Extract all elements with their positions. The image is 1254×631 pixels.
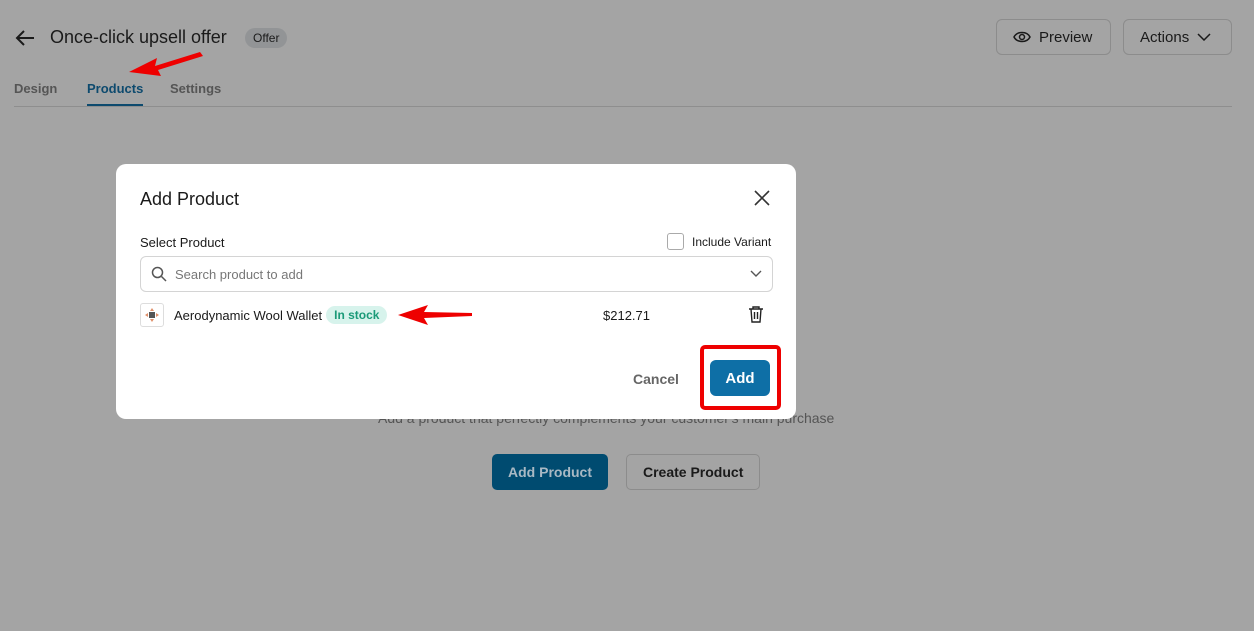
search-input[interactable]: Search product to add xyxy=(140,256,773,292)
trash-icon[interactable] xyxy=(748,305,764,323)
chevron-down-icon xyxy=(1197,33,1211,41)
actions-label: Actions xyxy=(1140,28,1190,46)
product-name: Aerodynamic Wool Wallet xyxy=(174,307,323,323)
chevron-down-icon[interactable] xyxy=(750,270,762,278)
add-product-button[interactable]: Add Product xyxy=(492,454,608,490)
product-thumbnail xyxy=(140,303,164,327)
back-arrow-icon[interactable] xyxy=(14,26,38,50)
include-variant-label: Include Variant xyxy=(692,234,772,249)
stock-badge: In stock xyxy=(326,306,388,324)
annotation-highlight-box xyxy=(700,345,781,410)
tab-design[interactable]: Design xyxy=(14,81,57,104)
preview-label: Preview xyxy=(1039,28,1093,46)
search-placeholder: Search product to add xyxy=(175,266,303,282)
add-product-modal: Add Product Select Product Include Varia… xyxy=(116,164,796,419)
checkbox-box[interactable] xyxy=(667,233,684,250)
tab-settings[interactable]: Settings xyxy=(170,81,221,104)
product-price: $212.71 xyxy=(603,307,650,323)
preview-button[interactable]: Preview xyxy=(996,19,1111,55)
include-variant-checkbox[interactable]: Include Variant xyxy=(667,233,771,250)
search-icon xyxy=(151,266,167,282)
modal-title: Add Product xyxy=(140,189,240,209)
close-icon[interactable] xyxy=(752,188,772,208)
tab-bar: Design Products Settings xyxy=(14,80,1232,107)
tab-products[interactable]: Products xyxy=(87,81,144,106)
create-product-button[interactable]: Create Product xyxy=(626,454,761,490)
annotation-arrow-icon xyxy=(398,305,472,325)
actions-button[interactable]: Actions xyxy=(1123,19,1232,55)
eye-icon xyxy=(1013,31,1031,43)
select-product-label: Select Product xyxy=(140,235,225,250)
cancel-button[interactable]: Cancel xyxy=(633,371,679,387)
status-badge: Offer xyxy=(245,28,288,48)
page-title: Once-click upsell offer xyxy=(50,27,227,47)
annotation-arrow-icon xyxy=(129,52,203,76)
